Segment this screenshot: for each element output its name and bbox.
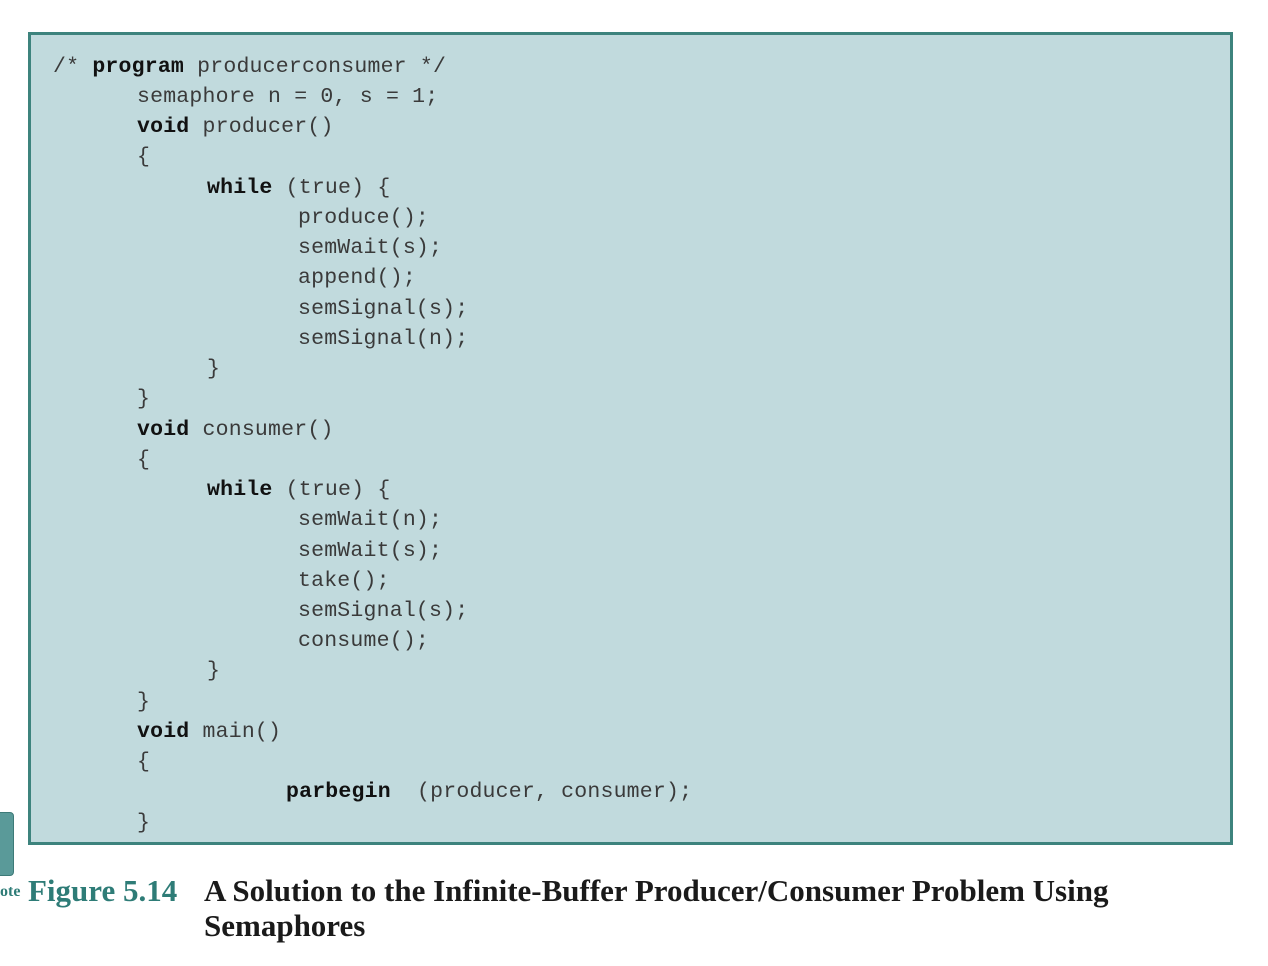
function-consumer: consumer() <box>189 418 334 442</box>
code-listing-box: /* program producerconsumer */ semaphore… <box>28 32 1233 845</box>
function-producer: producer() <box>189 115 334 139</box>
code-line-14: { <box>137 448 151 472</box>
keyword-void: void <box>137 115 190 139</box>
code-line-15: while (true) { <box>207 478 390 502</box>
program-name: producerconsumer */ <box>184 55 447 79</box>
keyword-parbegin: parbegin <box>286 780 391 804</box>
keyword-void: void <box>137 418 190 442</box>
keyword-void: void <box>137 720 190 744</box>
keyword-while: while <box>207 176 273 200</box>
keyword-program: program <box>92 55 185 79</box>
comment-open: /* <box>53 55 93 79</box>
margin-tab-marker <box>0 812 14 876</box>
code-line-16: semWait(n); <box>298 508 443 532</box>
code-line-19: semSignal(s); <box>298 599 469 623</box>
code-line-21: } <box>207 659 221 683</box>
code-line-4: { <box>137 145 151 169</box>
code-line-10: semSignal(n); <box>298 327 469 351</box>
figure-title: A Solution to the Infinite-Buffer Produc… <box>204 873 1109 943</box>
margin-note-fragment: ote <box>0 883 21 900</box>
code-line-1: /* program producerconsumer */ <box>53 55 446 79</box>
code-line-23: void main() <box>137 720 281 744</box>
parbegin-args: (producer, consumer); <box>390 780 693 804</box>
code-line-22: } <box>137 690 151 714</box>
code-line-26: } <box>137 811 151 835</box>
code-line-8: append(); <box>298 266 416 290</box>
function-main: main() <box>189 720 282 744</box>
code-line-12: } <box>137 387 151 411</box>
code-line-17: semWait(s); <box>298 539 443 563</box>
code-line-5: while (true) { <box>207 176 390 200</box>
figure-label: Figure 5.14 <box>28 873 178 908</box>
code-line-20: consume(); <box>298 629 430 653</box>
code-line-25: parbegin (producer, consumer); <box>286 780 692 804</box>
while-condition: (true) { <box>272 478 391 502</box>
code-line-6: produce(); <box>298 206 430 230</box>
keyword-while: while <box>207 478 273 502</box>
code-line-7: semWait(s); <box>298 236 443 260</box>
code-line-24: { <box>137 750 151 774</box>
code-line-9: semSignal(s); <box>298 297 469 321</box>
code-line-3: void producer() <box>137 115 334 139</box>
code-line-11: } <box>207 357 221 381</box>
code-line-18: take(); <box>298 569 390 593</box>
code-line-2: semaphore n = 0, s = 1; <box>137 85 439 109</box>
while-condition: (true) { <box>272 176 391 200</box>
code-line-13: void consumer() <box>137 418 334 442</box>
